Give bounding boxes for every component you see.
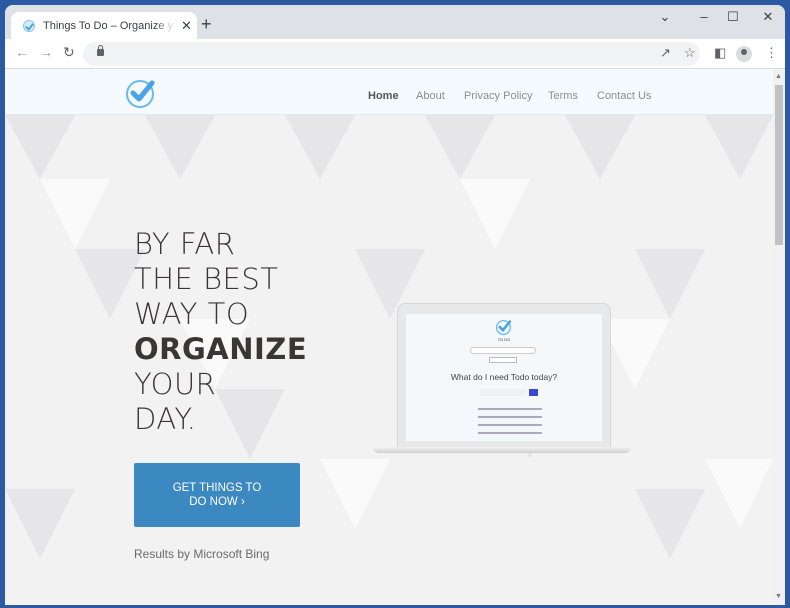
menu-kebab-icon[interactable]: ⋮	[765, 45, 778, 61]
close-tab-icon[interactable]: ✕	[181, 18, 192, 34]
checkmark-favicon-icon	[23, 19, 35, 32]
scroll-up-icon[interactable]: ▲	[775, 73, 782, 80]
site-header: Home About Privacy Policy Terms Contact …	[5, 69, 773, 115]
page-viewport: Home About Privacy Policy Terms Contact …	[5, 69, 773, 605]
browser-window: Things To Do – Organize your day ✕ + ⌄ –…	[5, 5, 785, 605]
nav-about[interactable]: About	[416, 90, 445, 102]
mockup-app-name: TO DO	[497, 337, 511, 342]
bookmark-star-icon[interactable]: ☆	[684, 45, 696, 61]
active-tab[interactable]: Things To Do – Organize your day ✕	[11, 12, 197, 39]
nav-terms[interactable]: Terms	[548, 90, 578, 102]
page-scrollbar[interactable]: ▲ ▼	[773, 69, 785, 605]
tab-bar: Things To Do – Organize your day ✕ + ⌄ –…	[5, 5, 785, 39]
attribution-text: Results by Microsoft Bing	[134, 547, 270, 561]
mockup-heading: What do I need Todo today?	[450, 372, 558, 382]
profile-avatar-icon[interactable]	[736, 46, 752, 62]
forward-icon[interactable]: →	[39, 44, 53, 60]
hero-line: THE BEST	[134, 262, 279, 296]
laptop-lid: TO DO What do I need Todo today?	[397, 303, 611, 448]
mockup-add-field	[480, 389, 526, 396]
nav-contact-us[interactable]: Contact Us	[597, 90, 651, 102]
get-things-to-do-button[interactable]: GET THINGS TO DO NOW ›	[134, 463, 300, 527]
mockup-search-button	[489, 357, 517, 363]
side-panel-icon[interactable]: ◧	[714, 45, 726, 61]
mockup-list-item	[478, 432, 542, 434]
reload-icon[interactable]: ↻	[63, 44, 75, 61]
mockup-search-field	[470, 347, 536, 354]
new-tab-icon[interactable]: +	[201, 14, 212, 35]
hero-headline: BY FAR THE BEST WAY TO ORGANIZE YOUR DAY…	[134, 227, 307, 437]
hero-line: DAY.	[134, 402, 197, 436]
tab-search-icon[interactable]: ⌄	[655, 9, 675, 25]
back-icon[interactable]: ←	[15, 44, 29, 60]
laptop-screen: TO DO What do I need Todo today?	[406, 314, 602, 441]
mockup-list-item	[478, 416, 542, 418]
tab-title: Things To Do – Organize your day	[43, 19, 175, 32]
minimize-icon[interactable]: –	[694, 9, 714, 24]
mockup-list-item	[478, 408, 542, 410]
mockup-add-button	[529, 389, 538, 396]
maximize-icon[interactable]: ☐	[723, 9, 743, 25]
hero-line-emphasis: ORGANIZE	[134, 332, 308, 366]
hero-line: WAY TO	[134, 297, 250, 331]
share-icon[interactable]: ↗	[660, 45, 671, 61]
address-bar[interactable]	[83, 42, 700, 66]
nav-privacy-policy[interactable]: Privacy Policy	[464, 90, 532, 102]
mockup-list-item	[478, 424, 542, 426]
scrollbar-thumb[interactable]	[775, 85, 783, 245]
laptop-base	[373, 447, 631, 453]
lock-icon[interactable]	[97, 45, 104, 56]
hero-line: YOUR	[134, 367, 217, 401]
scroll-down-icon[interactable]: ▼	[775, 593, 782, 600]
browser-toolbar: ← → ↻ ↗ ☆ ◧ ⋮	[5, 39, 785, 69]
mockup-logo-icon	[495, 319, 512, 336]
nav-home[interactable]: Home	[368, 90, 399, 102]
hero-line: BY FAR	[134, 227, 236, 261]
laptop-mockup-image: TO DO What do I need Todo today?	[373, 303, 631, 458]
checkmark-logo-icon[interactable]	[124, 76, 158, 110]
close-window-icon[interactable]: ✕	[758, 9, 778, 25]
